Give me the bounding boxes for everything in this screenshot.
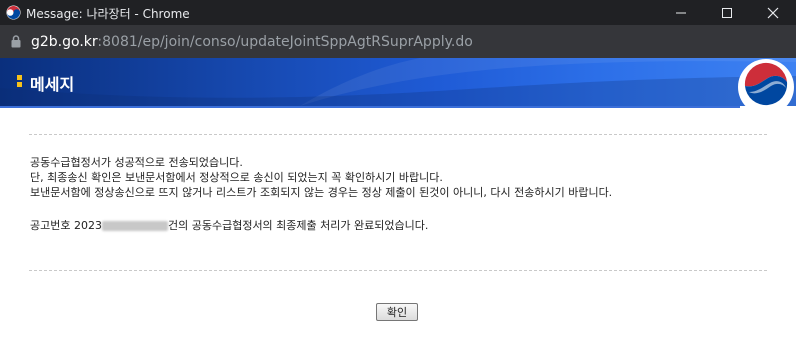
redacted-notice-number (101, 221, 168, 231)
minimize-button[interactable] (658, 0, 704, 25)
top-divider (29, 134, 767, 135)
address-bar[interactable]: g2b.go.kr:8081/ep/join/conso/updateJoint… (0, 25, 796, 58)
notice-line: 공고번호 2023 건의 공동수급협정서의 최종제출 처리가 완료되었습니다. (30, 219, 428, 233)
notice-suffix: 건의 공동수급협정서의 최종제출 처리가 완료되었습니다. (167, 219, 429, 232)
url-host: g2b.go.kr (31, 34, 98, 50)
message-header: 메세지 (0, 58, 796, 106)
window-title-bar: Message: 나라장터 - Chrome (0, 0, 796, 25)
header-title: 메세지 (30, 75, 75, 94)
confirm-button[interactable]: 확인 (376, 303, 418, 321)
taegeuk-app-icon (6, 5, 21, 20)
lock-icon (11, 35, 21, 48)
window-title: Message: 나라장터 - Chrome (26, 7, 190, 21)
header-bullet (17, 75, 22, 90)
message-line-1: 공동수급협정서가 성공적으로 전송되었습니다. (30, 156, 243, 169)
message-line-3: 보낸문서함에 정상송신으로 뜨지 않거나 리스트가 조회되지 않는 경우는 정상… (30, 186, 613, 199)
header-underline (0, 106, 740, 108)
minimize-icon (676, 12, 686, 14)
notice-prefix: 공고번호 2023 (30, 219, 102, 232)
message-line-2: 단, 최종송신 확인은 보낸문서함에서 정상적으로 송신이 되었는지 꼭 확인하… (30, 171, 443, 184)
government-emblem-icon (738, 59, 794, 115)
maximize-button[interactable] (704, 0, 750, 25)
maximize-icon (722, 8, 732, 18)
url-text[interactable]: g2b.go.kr:8081/ep/join/conso/updateJoint… (31, 34, 473, 50)
header-decoration (0, 58, 796, 106)
bottom-divider (29, 270, 767, 271)
close-icon (767, 7, 779, 19)
close-button[interactable] (750, 0, 796, 25)
url-path: :8081/ep/join/conso/updateJointSppAgtRSu… (97, 34, 473, 50)
